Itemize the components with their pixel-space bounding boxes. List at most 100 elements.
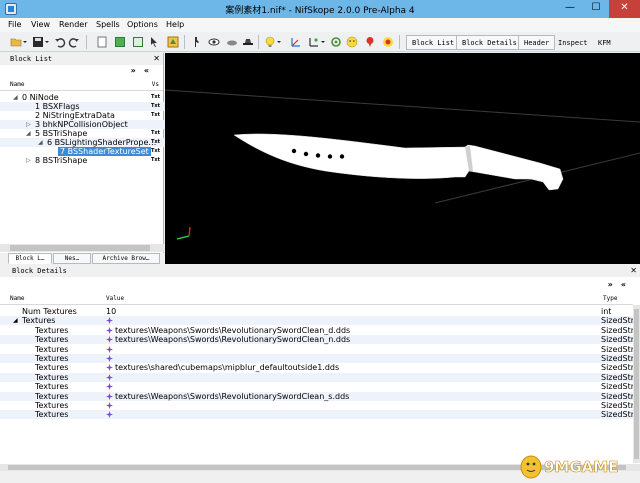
detail-value[interactable]: textures\Weapons\Swords\RevolutionarySwo… xyxy=(106,392,349,401)
detail-row[interactable]: Textures SizedStr xyxy=(0,372,640,382)
expand-arrow-icon[interactable]: ◢ xyxy=(13,93,18,102)
axis-icon[interactable] xyxy=(290,36,302,48)
collapse-all-icon[interactable]: « xyxy=(621,280,634,289)
texture-icon[interactable] xyxy=(106,402,113,409)
detail-row[interactable]: Textures SizedStr xyxy=(0,401,640,410)
block-list-hscrollbar[interactable] xyxy=(0,244,164,252)
tab-kfm[interactable]: KFM xyxy=(592,35,617,50)
redo-icon[interactable] xyxy=(68,36,80,48)
block-list-close-icon[interactable]: ✕ xyxy=(153,53,160,65)
detail-row[interactable]: ◢ Textures SizedStr xyxy=(0,316,640,326)
open-dropdown-icon[interactable] xyxy=(22,36,28,48)
texture-icon[interactable] xyxy=(106,364,113,372)
maximize-button[interactable]: ☐ xyxy=(583,0,609,18)
load-view-icon[interactable] xyxy=(167,36,179,48)
paste-branch-icon[interactable] xyxy=(132,36,144,48)
tree-row[interactable]: ▷ 8 BSTriShape Txt xyxy=(0,156,164,165)
walk-icon[interactable] xyxy=(190,36,202,48)
highlight-icon[interactable] xyxy=(382,36,394,48)
col-value[interactable]: Value xyxy=(106,293,124,305)
tree-row[interactable]: 1 BSXFlags Txt xyxy=(0,102,164,111)
texture-icon[interactable] xyxy=(106,345,113,353)
tree-row[interactable]: ▷ 3 bhkNPCollisionObject xyxy=(0,120,164,129)
scrollbar-thumb[interactable] xyxy=(10,245,150,251)
detail-value[interactable] xyxy=(106,401,115,410)
save-dropdown-icon[interactable] xyxy=(44,36,50,48)
select-icon[interactable] xyxy=(148,36,160,48)
flat-icon[interactable] xyxy=(226,36,238,48)
texture-icon[interactable] xyxy=(106,383,113,391)
block-details-vscrollbar[interactable] xyxy=(633,305,640,463)
minimize-button[interactable]: — xyxy=(557,0,583,18)
detail-value[interactable] xyxy=(106,316,115,325)
smiley-icon[interactable] xyxy=(346,36,358,48)
block-list-expand-collapse[interactable]: »« xyxy=(131,66,157,75)
detail-row[interactable]: Textures SizedStr xyxy=(0,382,640,391)
render-viewport[interactable] xyxy=(165,53,640,264)
texture-icon[interactable] xyxy=(106,392,113,400)
block-details-expand-collapse[interactable]: »« xyxy=(608,280,634,289)
expand-arrow-icon[interactable]: ▷ xyxy=(26,156,31,165)
detail-row[interactable]: Textures SizedStr xyxy=(0,354,640,363)
menu-spells[interactable]: Spells xyxy=(96,20,120,29)
close-button[interactable]: ✕ xyxy=(609,0,640,18)
tab-block-details[interactable]: Block Details xyxy=(456,35,523,50)
tree-row[interactable]: ◢ 5 BSTriShape Txt xyxy=(0,129,164,138)
save-icon[interactable] xyxy=(32,36,44,48)
eye-icon[interactable] xyxy=(208,36,220,48)
expand-arrow-icon[interactable]: ◢ xyxy=(38,138,43,147)
collapse-all-icon[interactable]: « xyxy=(144,66,157,75)
texture-icon[interactable] xyxy=(106,355,113,362)
detail-value[interactable] xyxy=(106,373,115,382)
lightbulb-icon[interactable] xyxy=(264,36,276,48)
scrollbar-thumb[interactable] xyxy=(634,309,639,459)
detail-value[interactable] xyxy=(106,345,115,354)
menu-view[interactable]: View xyxy=(31,20,50,29)
detail-row[interactable]: Textures textures\Weapons\Swords\Revoluti… xyxy=(0,335,640,345)
expand-arrow-icon[interactable]: ▷ xyxy=(26,120,31,129)
settings-icon[interactable] xyxy=(330,36,342,48)
detail-row[interactable]: Num Textures 10 int xyxy=(0,307,640,316)
col-version[interactable]: Vs xyxy=(152,79,159,91)
tree-row[interactable]: 2 NiStringExtraData Txt xyxy=(0,111,164,120)
transform-dropdown-icon[interactable] xyxy=(320,36,326,48)
detail-row[interactable]: Textures textures\shared\cubemaps\mipblur… xyxy=(0,363,640,372)
detail-value[interactable] xyxy=(106,410,115,419)
col-type[interactable]: Type xyxy=(603,293,617,305)
detail-row[interactable]: Textures SizedStr xyxy=(0,345,640,354)
menu-file[interactable]: File xyxy=(8,20,21,29)
detail-row[interactable]: Textures textures\Weapons\Swords\Revoluti… xyxy=(0,326,640,335)
expand-all-icon[interactable]: » xyxy=(131,66,144,75)
hat-icon[interactable] xyxy=(242,36,254,48)
texture-icon[interactable] xyxy=(106,411,113,419)
detail-value[interactable]: 10 xyxy=(106,307,116,316)
tab-block-list-bottom[interactable]: Block L… xyxy=(8,253,52,264)
menu-options[interactable]: Options xyxy=(127,20,158,29)
copy-branch-icon[interactable] xyxy=(96,36,108,48)
detail-row[interactable]: Textures textures\Weapons\Swords\Revoluti… xyxy=(0,391,640,401)
block-details-close-icon[interactable]: ✕ xyxy=(630,265,637,277)
detail-value[interactable]: textures\shared\cubemaps\mipblur_default… xyxy=(106,363,339,372)
detail-value[interactable] xyxy=(106,382,115,391)
expand-all-icon[interactable]: » xyxy=(608,280,621,289)
paste-icon[interactable] xyxy=(114,36,126,48)
texture-icon[interactable] xyxy=(106,373,113,381)
detail-value[interactable]: textures\Weapons\Swords\RevolutionarySwo… xyxy=(106,326,350,335)
texture-icon[interactable] xyxy=(106,336,113,344)
tab-header[interactable]: Header xyxy=(518,35,556,50)
detail-value[interactable] xyxy=(106,354,115,363)
tab-archive-browser[interactable]: Archive Brow… xyxy=(92,253,160,264)
texture-icon[interactable] xyxy=(106,326,113,334)
detail-row[interactable]: Textures SizedStr xyxy=(0,410,640,420)
transform-icon[interactable] xyxy=(308,36,320,48)
tab-inspect[interactable]: Inspect xyxy=(552,35,594,50)
sword-model[interactable] xyxy=(233,133,564,191)
tree-row-selected[interactable]: 7 BSShaderTextureSet Txt xyxy=(0,147,164,156)
tab-nested[interactable]: Nes… xyxy=(53,253,91,264)
open-folder-icon[interactable] xyxy=(10,36,22,48)
expand-arrow-icon[interactable]: ◢ xyxy=(13,316,18,325)
menu-help[interactable]: Help xyxy=(166,20,184,29)
detail-value[interactable]: textures\Weapons\Swords\RevolutionarySwo… xyxy=(106,335,350,344)
pin-icon[interactable] xyxy=(364,36,376,48)
tree-row[interactable]: ◢ 6 BSLightingShaderPrope… Txt xyxy=(0,138,164,147)
